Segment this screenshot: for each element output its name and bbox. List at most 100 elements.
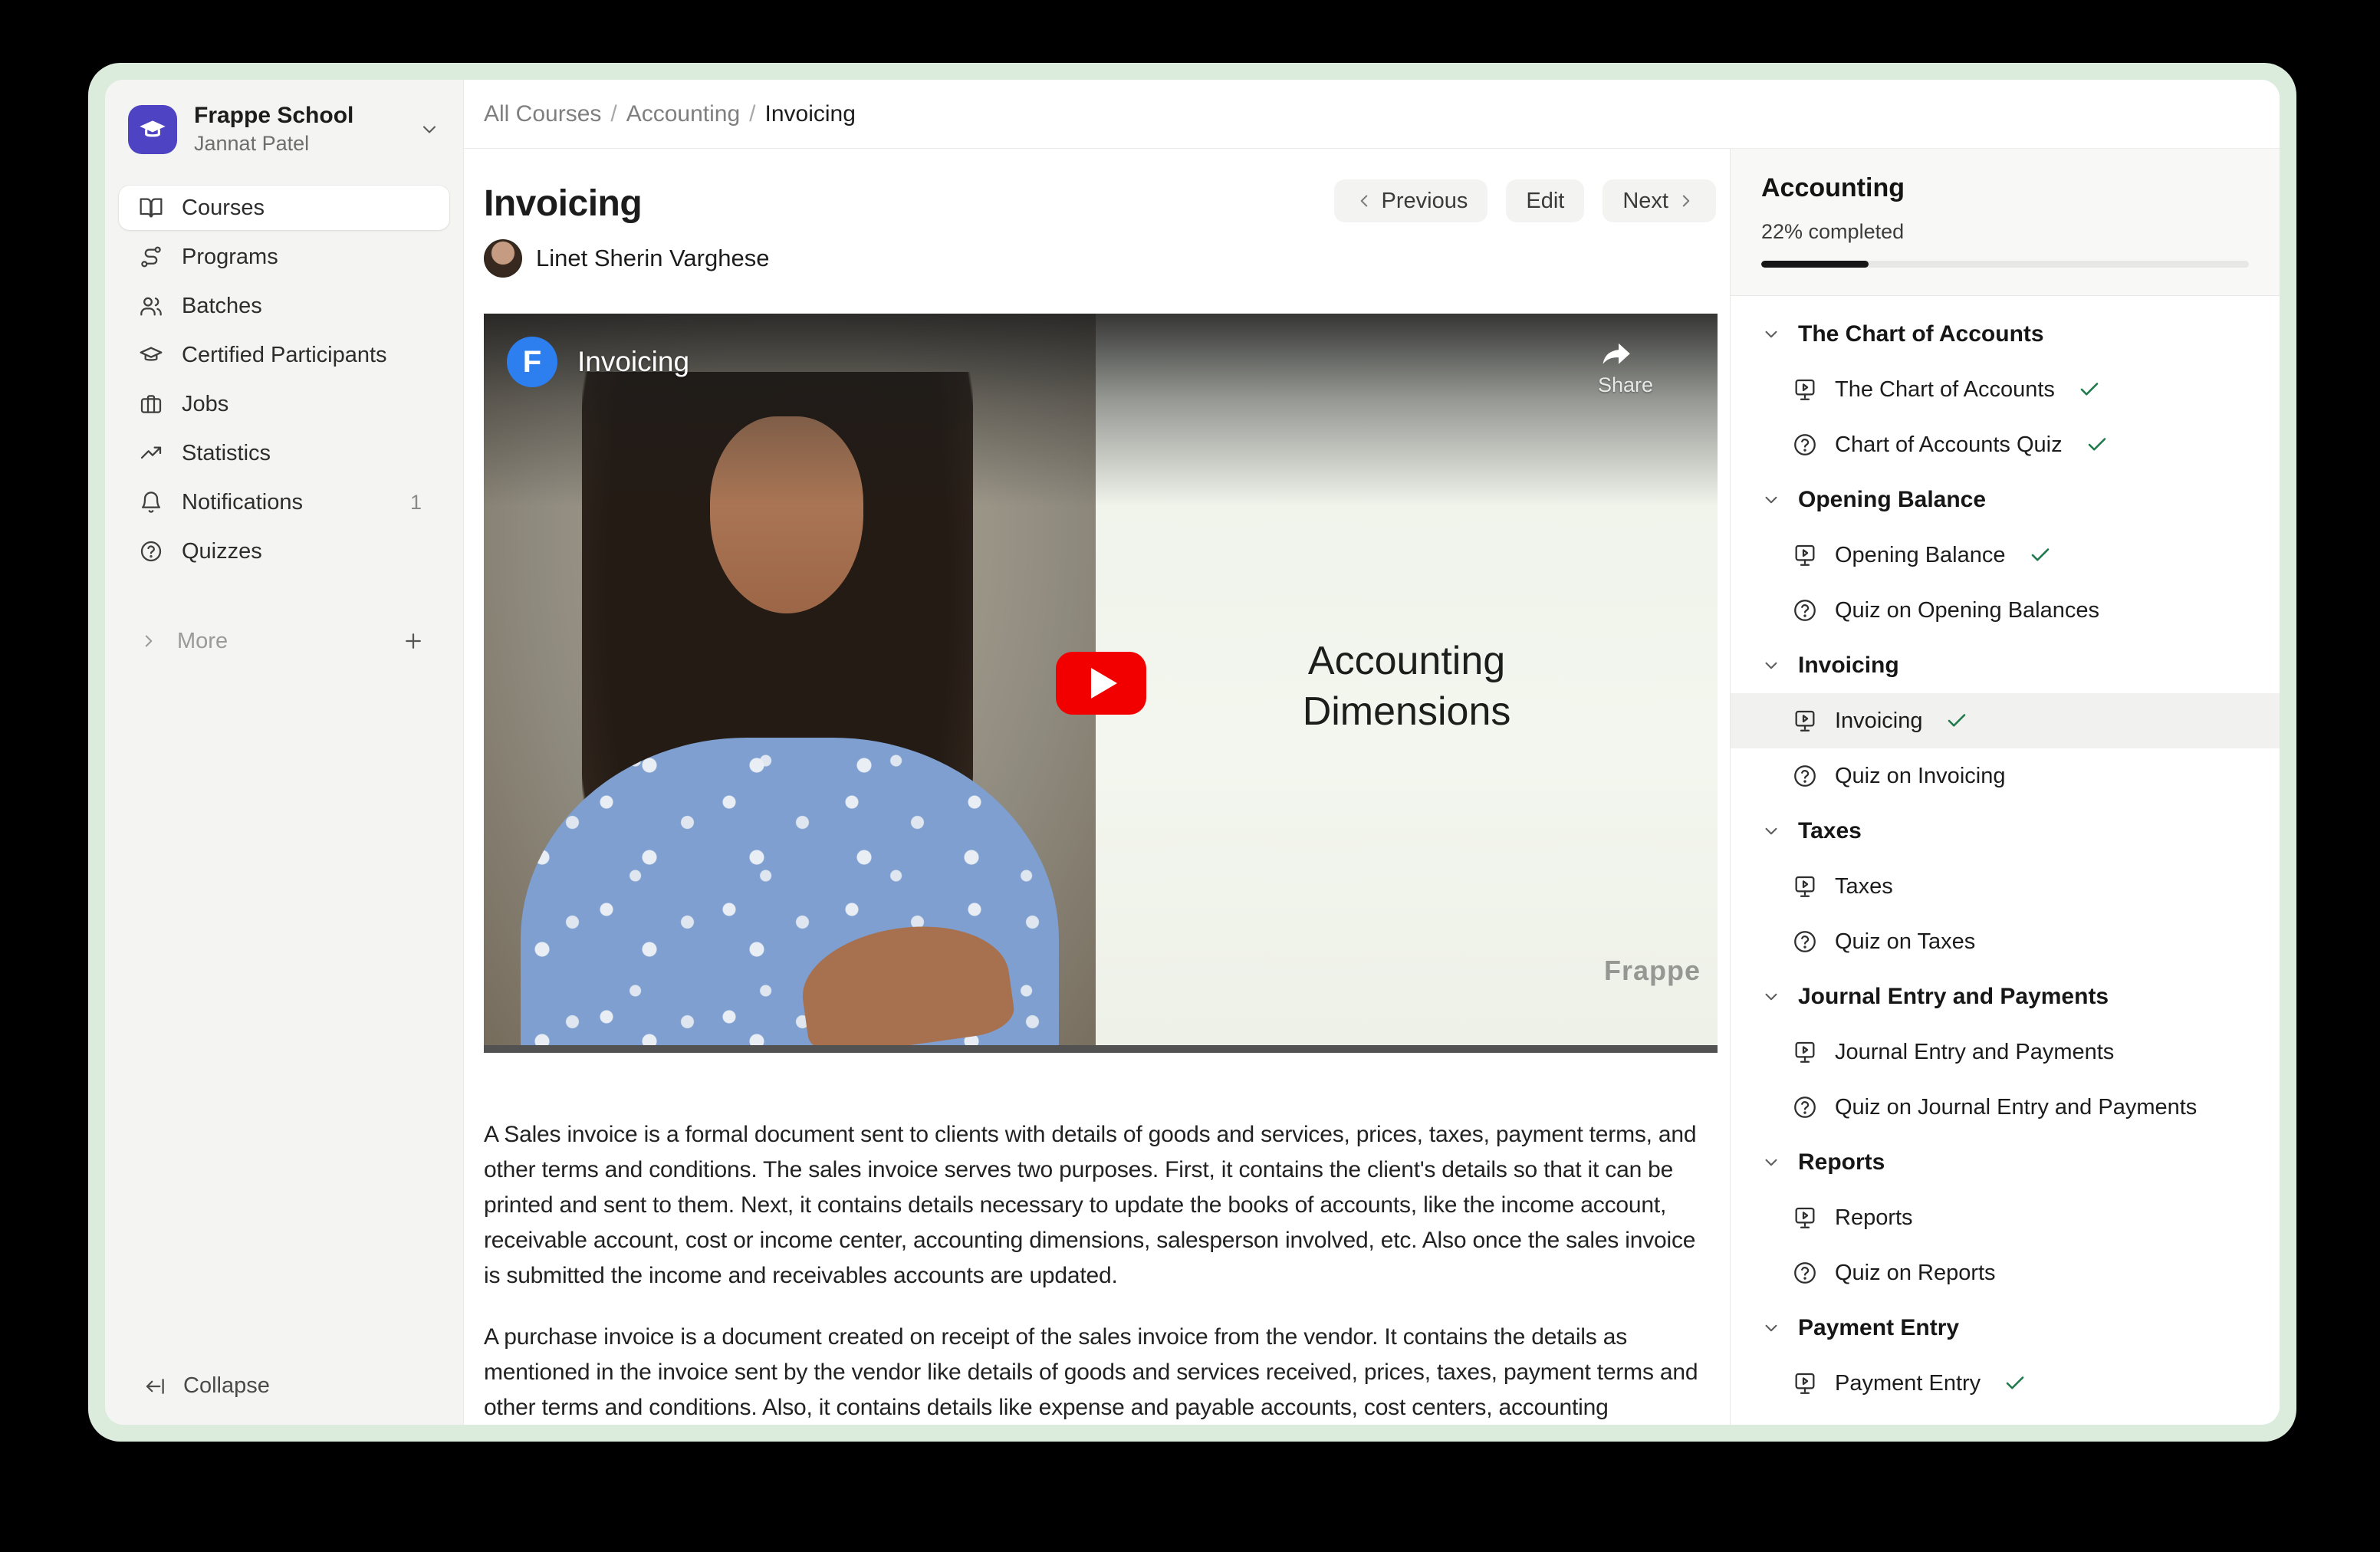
progress-bar-fill [1761, 261, 1869, 268]
check-icon [2086, 433, 2109, 456]
sidebar-item-batches[interactable]: Batches [119, 284, 449, 328]
section-title: Opening Balance [1798, 487, 1986, 513]
video-channel-logo[interactable]: F [507, 337, 557, 387]
workspace-names: Frappe School Jannat Patel [194, 103, 402, 156]
outline-list: The Chart of Accounts The Chart of Accou… [1731, 296, 2280, 1425]
chevron-down-icon [1761, 490, 1781, 510]
outline-quiz-item[interactable]: Quiz on Invoicing [1731, 748, 2280, 804]
slide-title: Accounting Dimensions [1096, 636, 1718, 737]
frappe-watermark: Frappe [1604, 955, 1701, 987]
left-sidebar: Frappe School Jannat Patel Courses [105, 80, 464, 1425]
play-button[interactable] [1056, 652, 1146, 715]
lesson-item-label: The Chart of Accounts [1835, 377, 2055, 403]
outline-section-reports[interactable]: Reports [1731, 1135, 2280, 1190]
outline-section-taxes[interactable]: Taxes [1731, 804, 2280, 859]
outline-lesson-item[interactable]: Journal Entry and Payments [1731, 1024, 2280, 1080]
video-title[interactable]: Invoicing [577, 346, 689, 378]
outline-quiz-item[interactable]: Quiz on Reports [1731, 1245, 2280, 1300]
chevron-down-icon [1761, 821, 1781, 841]
lesson-pager: Previous Edit Next [1334, 179, 1716, 222]
breadcrumb-accounting[interactable]: Accounting [626, 101, 740, 127]
section-title: Payment Entry [1798, 1315, 1959, 1341]
sidebar-item-label: Statistics [182, 441, 271, 466]
users-icon [139, 294, 163, 318]
outline-lesson-item[interactable]: The Chart of Accounts [1731, 362, 2280, 417]
author-avatar [484, 239, 522, 278]
outline-lesson-item[interactable]: Taxes [1731, 859, 2280, 914]
outline-section-opening-balance[interactable]: Opening Balance [1731, 472, 2280, 528]
progress-text: 22% completed [1761, 220, 2249, 244]
outline-quiz-item[interactable]: Quiz on Journal Entry and Payments [1731, 1080, 2280, 1135]
next-label: Next [1622, 189, 1668, 214]
sidebar-item-label: Jobs [182, 392, 228, 417]
outline-quiz-item[interactable]: Quiz on Opening Balances [1731, 583, 2280, 638]
graduation-cap-icon [137, 114, 168, 145]
outline-section-payment-entry[interactable]: Payment Entry [1731, 1300, 2280, 1356]
plus-icon[interactable] [402, 630, 425, 653]
sidebar-item-programs[interactable]: Programs [119, 235, 449, 279]
breadcrumb-separator: / [749, 101, 755, 127]
sidebar-item-statistics[interactable]: Statistics [119, 431, 449, 475]
content-row: Previous Edit Next [464, 149, 2280, 1425]
slide-title-line1: Accounting [1096, 636, 1718, 686]
outline-lesson-item[interactable]: Payment Entry [1731, 1356, 2280, 1411]
video-titlebar: F Invoicing [507, 337, 689, 387]
lesson-item-label: Reports [1835, 1205, 1913, 1231]
route-icon [139, 245, 163, 269]
collapse-label: Collapse [183, 1373, 270, 1399]
workspace-title: Frappe School [194, 103, 402, 129]
progress-bar [1761, 261, 2249, 268]
sidebar-more-label: More [177, 629, 228, 654]
slide-title-line2: Dimensions [1096, 686, 1718, 737]
chevron-down-icon [1761, 1318, 1781, 1338]
workspace-switcher[interactable]: Frappe School Jannat Patel [128, 103, 445, 156]
sidebar-item-label: Batches [182, 294, 262, 319]
sidebar-item-label: Certified Participants [182, 343, 387, 368]
monitor-play-icon [1792, 376, 1818, 403]
sidebar-item-jobs[interactable]: Jobs [119, 382, 449, 426]
monitor-play-icon [1792, 542, 1818, 568]
video-player[interactable]: Accounting Dimensions Frappe F Invoicing [484, 314, 1718, 1053]
outline-lesson-item-active[interactable]: Invoicing [1731, 693, 2280, 748]
quiz-item-label: Quiz on Journal Entry and Payments [1835, 1095, 2197, 1120]
lesson-item-label: Invoicing [1835, 709, 1922, 734]
next-button[interactable]: Next [1603, 179, 1716, 222]
outline-lesson-item[interactable]: Opening Balance [1731, 528, 2280, 583]
sidebar-collapse-button[interactable]: Collapse [105, 1373, 463, 1425]
edit-button[interactable]: Edit [1506, 179, 1584, 222]
outline-section-journal-entry[interactable]: Journal Entry and Payments [1731, 969, 2280, 1024]
check-icon [2004, 1372, 2027, 1395]
sidebar-item-quizzes[interactable]: Quizzes [119, 529, 449, 574]
monitor-play-icon [1792, 1039, 1818, 1065]
previous-button[interactable]: Previous [1334, 179, 1488, 222]
trending-up-icon [139, 441, 163, 465]
outline-section-invoicing[interactable]: Invoicing [1731, 638, 2280, 693]
share-button[interactable]: Share [1598, 338, 1653, 397]
check-icon [2078, 378, 2101, 401]
breadcrumb-all-courses[interactable]: All Courses [484, 101, 601, 127]
bell-icon [139, 490, 163, 515]
author-name: Linet Sherin Varghese [536, 245, 769, 272]
lesson-item-label: Opening Balance [1835, 543, 2006, 568]
lesson-item-label: Journal Entry and Payments [1835, 1040, 2114, 1065]
chevron-down-icon [1761, 1152, 1781, 1172]
outline-lesson-item[interactable]: Reports [1731, 1190, 2280, 1245]
help-circle-icon [1792, 432, 1818, 458]
outline-header: Accounting 22% completed [1731, 149, 2280, 296]
lesson-paragraph: A purchase invoice is a document created… [484, 1320, 1716, 1425]
outline-quiz-item[interactable]: Quiz on Taxes [1731, 914, 2280, 969]
sidebar-item-label: Quizzes [182, 539, 262, 564]
lesson-paragraph: A Sales invoice is a formal document sen… [484, 1117, 1716, 1294]
outline-quiz-item[interactable]: Chart of Accounts Quiz [1731, 417, 2280, 472]
sidebar-item-certified-participants[interactable]: Certified Participants [119, 333, 449, 377]
sidebar-item-notifications[interactable]: Notifications 1 [119, 480, 449, 524]
chevron-down-icon[interactable] [419, 119, 440, 140]
sidebar-item-courses[interactable]: Courses [119, 186, 449, 230]
sidebar-more[interactable]: More [119, 619, 449, 663]
help-circle-icon [1792, 1260, 1818, 1286]
sidebar-nav: Courses Programs Batches [105, 183, 463, 576]
sidebar-item-label: Notifications [182, 490, 303, 515]
monitor-play-icon [1792, 708, 1818, 734]
outline-section-chart-of-accounts[interactable]: The Chart of Accounts [1731, 307, 2280, 362]
quiz-item-label: Quiz on Invoicing [1835, 764, 2005, 789]
